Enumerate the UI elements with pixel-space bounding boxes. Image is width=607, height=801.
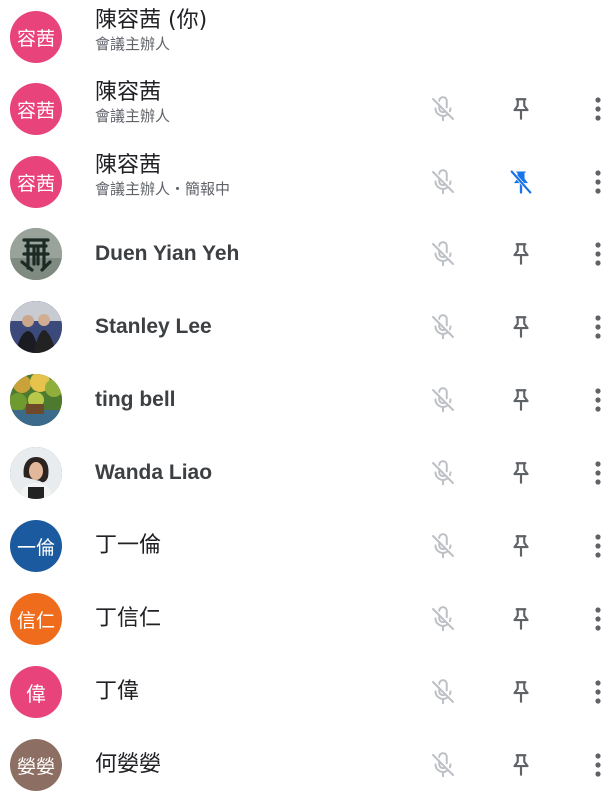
- mic-off-icon[interactable]: [423, 380, 463, 420]
- more-vert-icon[interactable]: [580, 307, 607, 347]
- avatar-initials: 一倫: [10, 520, 62, 572]
- participant-name: 丁信仁: [95, 606, 162, 631]
- group-photo: [10, 301, 62, 353]
- participant-text: 丁一倫: [95, 532, 415, 560]
- avatar-initials: 容茜: [10, 11, 62, 63]
- pin-icon[interactable]: [501, 234, 541, 274]
- calligraphy-photo: [10, 228, 62, 280]
- pin-icon[interactable]: [501, 526, 541, 566]
- mic-off-icon[interactable]: [423, 672, 463, 712]
- participant-text: 陳容茜 會議主辦人: [95, 79, 415, 125]
- participant-text: 陳容茜 (你) 會議主辦人: [95, 7, 415, 53]
- participant-text: 何嫈嫈: [95, 751, 415, 779]
- participant-row[interactable]: ting bell: [0, 363, 607, 436]
- portrait-photo: [10, 447, 62, 499]
- mic-off-icon[interactable]: [423, 307, 463, 347]
- pin-icon[interactable]: [501, 599, 541, 639]
- participant-name: 陳容茜 (你): [95, 8, 208, 33]
- avatar-initials: 偉: [10, 666, 62, 718]
- avatar-initials: 容茜: [10, 83, 62, 135]
- participant-name: Wanda Liao: [95, 461, 213, 484]
- more-vert-icon[interactable]: [580, 453, 607, 493]
- participant-text: Duen Yian Yeh: [95, 240, 415, 268]
- participant-text: 丁偉: [95, 678, 415, 706]
- avatar-initials: 容茜: [10, 156, 62, 208]
- avatar-initials-text: 偉: [26, 681, 46, 706]
- more-vert-icon[interactable]: [580, 89, 607, 129]
- mic-off-icon[interactable]: [423, 453, 463, 493]
- participant-name: Stanley Lee: [95, 315, 212, 338]
- participant-row[interactable]: Wanda Liao: [0, 436, 607, 509]
- more-vert-icon[interactable]: [580, 162, 607, 202]
- garden-photo: [10, 374, 62, 426]
- pin-icon[interactable]: [501, 672, 541, 712]
- pin-icon[interactable]: [501, 380, 541, 420]
- mic-off-icon[interactable]: [423, 745, 463, 785]
- participant-role: 會議主辦人・簡報中: [95, 180, 231, 198]
- participant-name: 丁偉: [95, 679, 140, 704]
- avatar-initials: 嫈嫈: [10, 739, 62, 791]
- avatar-initials-text: 信仁: [16, 609, 55, 632]
- more-vert-icon[interactable]: [580, 745, 607, 785]
- avatar-initials-text: 容茜: [16, 27, 55, 50]
- participant-text: 丁信仁: [95, 605, 415, 633]
- more-vert-icon[interactable]: [580, 526, 607, 566]
- participant-row[interactable]: 嫈嫈 何嫈嫈: [0, 728, 607, 801]
- pin-icon[interactable]: [501, 307, 541, 347]
- participant-name: Duen Yian Yeh: [95, 242, 240, 265]
- participant-text: Stanley Lee: [95, 313, 415, 341]
- mic-off-icon[interactable]: [423, 89, 463, 129]
- participant-row[interactable]: 偉 丁偉: [0, 655, 607, 728]
- participant-name: 丁一倫: [95, 533, 162, 558]
- pin-icon[interactable]: [501, 453, 541, 493]
- mic-off-icon[interactable]: [423, 599, 463, 639]
- mic-off-icon[interactable]: [423, 234, 463, 274]
- more-vert-icon[interactable]: [580, 234, 607, 274]
- participant-row[interactable]: 容茜 陳容茜會議主辦人・簡報中: [0, 145, 607, 218]
- participant-text: Wanda Liao: [95, 459, 415, 487]
- participant-row[interactable]: 容茜 陳容茜 (你) 會議主辦人: [0, 0, 607, 73]
- more-vert-icon[interactable]: [580, 672, 607, 712]
- participant-row[interactable]: 容茜 陳容茜會議主辦人: [0, 72, 607, 145]
- avatar-initials-text: 容茜: [16, 172, 55, 195]
- participant-row[interactable]: Duen Yian Yeh: [0, 217, 607, 290]
- participant-name: 陳容茜: [95, 80, 162, 105]
- pin-icon[interactable]: [501, 745, 541, 785]
- more-vert-icon[interactable]: [580, 599, 607, 639]
- pinned-icon[interactable]: [501, 162, 541, 202]
- participant-row[interactable]: 一倫 丁一倫: [0, 509, 607, 582]
- avatar-initials-text: 容茜: [16, 99, 55, 122]
- avatar-initials-text: 嫈嫈: [16, 755, 55, 778]
- participant-name: 何嫈嫈: [95, 752, 162, 777]
- avatar-initials-text: 一倫: [16, 536, 55, 559]
- participant-text: ting bell: [95, 386, 415, 414]
- mic-off-icon[interactable]: [423, 526, 463, 566]
- participant-row[interactable]: Stanley Lee: [0, 290, 607, 363]
- participant-role: 會議主辦人: [95, 35, 171, 53]
- more-vert-icon[interactable]: [580, 380, 607, 420]
- participant-name: ting bell: [95, 388, 176, 411]
- participant-role: 會議主辦人: [95, 107, 171, 125]
- pin-icon[interactable]: [501, 89, 541, 129]
- participant-row[interactable]: 信仁 丁信仁: [0, 582, 607, 655]
- mic-off-icon[interactable]: [423, 162, 463, 202]
- avatar-initials: 信仁: [10, 593, 62, 645]
- participant-text: 陳容茜會議主辦人・簡報中: [95, 152, 415, 198]
- participant-name: 陳容茜: [95, 153, 162, 178]
